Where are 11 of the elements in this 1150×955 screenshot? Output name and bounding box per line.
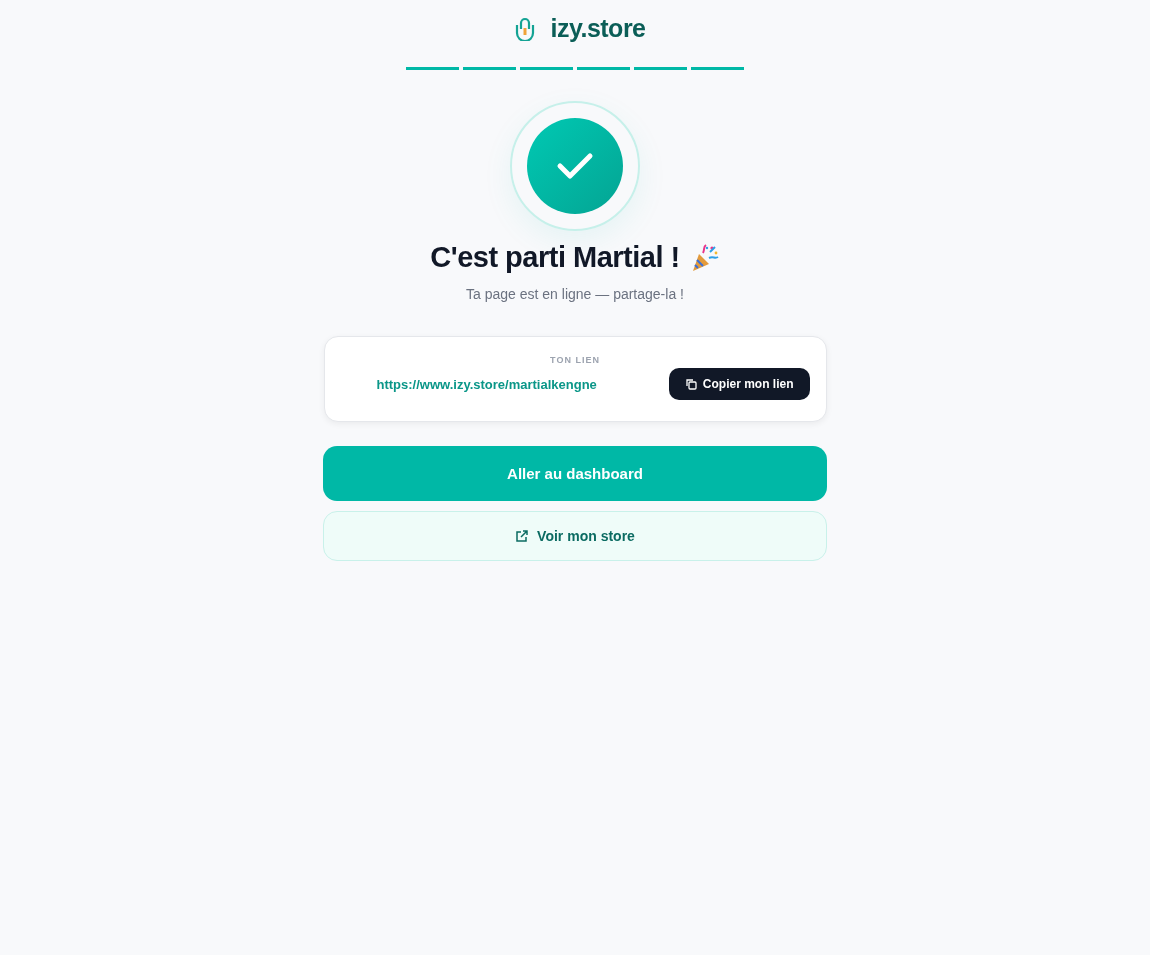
success-subtitle: Ta page est en ligne — partage-la !	[466, 286, 684, 302]
view-store-button[interactable]: Voir mon store	[323, 511, 827, 561]
copy-link-button[interactable]: Copier mon lien	[668, 368, 810, 400]
brand-name: izy.store	[550, 14, 646, 43]
check-icon	[556, 151, 594, 181]
logo-icon	[514, 16, 537, 41]
link-label: TON LIEN	[550, 355, 600, 365]
copy-icon	[684, 378, 697, 390]
success-title: C'est parti Martial !	[430, 241, 680, 274]
store-url[interactable]: https://www.izy.store/martialkengne	[376, 376, 597, 392]
external-link-icon	[515, 529, 530, 543]
